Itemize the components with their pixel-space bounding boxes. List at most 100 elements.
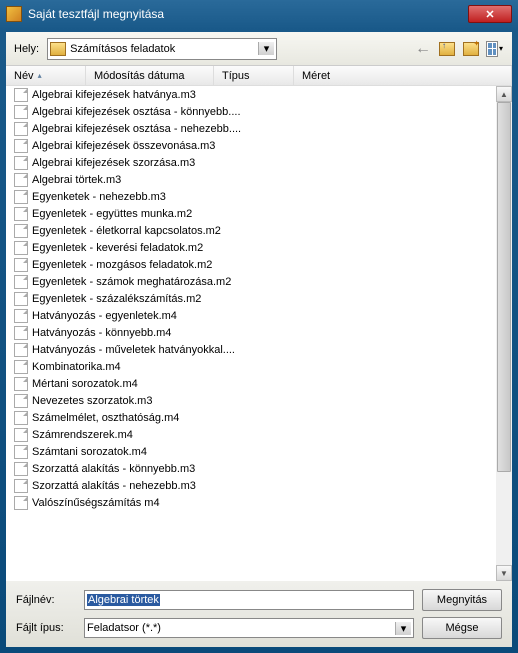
file-row[interactable]: Egyenletek - számok meghatározása.m2 [6,273,496,290]
filename-label: Fájlnév: [16,594,76,606]
file-row[interactable]: Hatványozás - könnyebb.m4 [6,324,496,341]
file-icon [14,258,28,272]
filename-input[interactable]: Algebrai törtek [84,590,414,610]
file-name: Hatványozás - könnyebb.m4 [32,327,171,339]
file-row[interactable]: Algebrai kifejezések összevonása.m3 [6,137,496,154]
location-value: Számításos feladatok [70,43,258,55]
filetype-dropdown[interactable]: Feladatsor (*.*) ▾ [84,618,414,638]
file-name: Egyenletek - keverési feladatok.m2 [32,242,203,254]
file-name: Algebrai kifejezések összevonása.m3 [32,140,215,152]
view-icon [486,41,498,57]
location-dropdown[interactable]: Számításos feladatok ▾ [47,38,277,60]
file-icon [14,275,28,289]
cancel-button[interactable]: Mégse [422,617,502,639]
new-folder-button[interactable] [462,40,480,58]
file-icon [14,156,28,170]
file-icon [14,173,28,187]
file-name: Egyenletek - számok meghatározása.m2 [32,276,231,288]
up-one-level-button[interactable] [438,40,456,58]
view-menu-button[interactable]: ▾ [486,40,504,58]
file-name: Nevezetes szorzatok.m3 [32,395,152,407]
file-name: Szorzattá alakítás - nehezebb.m3 [32,480,196,492]
file-name: Algebrai kifejezések hatványa.m3 [32,89,196,101]
file-row[interactable]: Számtani sorozatok.m4 [6,443,496,460]
file-name: Algebrai törtek.m3 [32,174,121,186]
file-row[interactable]: Nevezetes szorzatok.m3 [6,392,496,409]
file-icon [14,496,28,510]
file-row[interactable]: Algebrai kifejezések osztása - nehezebb.… [6,120,496,137]
file-row[interactable]: Szorzattá alakítás - könnyebb.m3 [6,460,496,477]
file-icon [14,292,28,306]
file-name: Valószínűségszámítás m4 [32,497,160,509]
back-button[interactable]: ← [414,40,432,58]
file-row[interactable]: Algebrai kifejezések osztása - könnyebb.… [6,103,496,120]
file-row[interactable]: Hatványozás - egyenletek.m4 [6,307,496,324]
file-name: Egyenletek - százalékszámítás.m2 [32,293,201,305]
folder-icon [50,42,66,56]
file-list: Algebrai kifejezések hatványa.m3 Algebrai… [6,86,496,581]
file-icon [14,445,28,459]
file-name: Egyenketek - nehezebb.m3 [32,191,166,203]
column-header-name[interactable]: Név▴ [6,66,86,85]
file-icon [14,88,28,102]
file-name: Mértani sorozatok.m4 [32,378,138,390]
file-icon [14,309,28,323]
filetype-value: Feladatsor (*.*) [87,622,395,634]
file-row[interactable]: Mértani sorozatok.m4 [6,375,496,392]
file-name: Algebrai kifejezések szorzása.m3 [32,157,195,169]
file-icon [14,479,28,493]
close-button[interactable]: ✕ [468,5,512,23]
open-file-dialog: Saját tesztfájl megnyitása ✕ Hely: Számí… [0,0,518,653]
chevron-down-icon: ▾ [499,44,504,53]
file-row[interactable]: Algebrai kifejezések hatványa.m3 [6,86,496,103]
open-button[interactable]: Megnyitás [422,589,502,611]
file-row[interactable]: Egyenletek - mozgásos feladatok.m2 [6,256,496,273]
file-name: Algebrai kifejezések osztása - nehezebb.… [32,123,241,135]
column-header-type[interactable]: Típus [214,66,294,85]
scroll-down-button[interactable]: ▼ [496,565,512,581]
scroll-track[interactable] [496,102,512,565]
file-icon [14,377,28,391]
file-name: Számelmélet, oszthatóság.m4 [32,412,179,424]
chevron-down-icon[interactable]: ▾ [395,622,411,635]
file-icon [14,105,28,119]
vertical-scrollbar[interactable]: ▲ ▼ [496,86,512,581]
file-name: Számtani sorozatok.m4 [32,446,147,458]
column-headers: Név▴ Módosítás dátuma Típus Méret [6,66,512,86]
file-row[interactable]: Számrendszerek.m4 [6,426,496,443]
file-row[interactable]: Egyenletek - keverési feladatok.m2 [6,239,496,256]
file-row[interactable]: Hatványozás - műveletek hatványokkal.... [6,341,496,358]
window-title: Saját tesztfájl megnyitása [28,7,468,21]
file-row[interactable]: Számelmélet, oszthatóság.m4 [6,409,496,426]
file-icon [14,190,28,204]
file-icon [14,122,28,136]
toolbar: Hely: Számításos feladatok ▾ ← ▾ [6,32,512,66]
column-header-date[interactable]: Módosítás dátuma [86,66,214,85]
column-header-size[interactable]: Méret [294,66,512,85]
file-row[interactable]: Egyenletek - együttes munka.m2 [6,205,496,222]
file-icon [14,360,28,374]
filename-value: Algebrai törtek [87,594,160,606]
file-icon [14,411,28,425]
file-row[interactable]: Algebrai kifejezések szorzása.m3 [6,154,496,171]
file-name: Egyenletek - mozgásos feladatok.m2 [32,259,212,271]
sort-indicator-icon: ▴ [38,71,42,80]
file-name: Kombinatorika.m4 [32,361,121,373]
scroll-up-button[interactable]: ▲ [496,86,512,102]
file-name: Számrendszerek.m4 [32,429,133,441]
file-row[interactable]: Valószínűségszámítás m4 [6,494,496,511]
file-row[interactable]: Egyenletek - életkorral kapcsolatos.m2 [6,222,496,239]
scroll-thumb[interactable] [497,102,511,472]
file-icon [14,428,28,442]
file-name: Egyenletek - életkorral kapcsolatos.m2 [32,225,221,237]
file-row[interactable]: Szorzattá alakítás - nehezebb.m3 [6,477,496,494]
file-list-pane: Név▴ Módosítás dátuma Típus Méret Algebr… [6,66,512,581]
titlebar[interactable]: Saját tesztfájl megnyitása ✕ [0,0,518,28]
file-row[interactable]: Kombinatorika.m4 [6,358,496,375]
file-row[interactable]: Algebrai törtek.m3 [6,171,496,188]
chevron-down-icon[interactable]: ▾ [258,42,274,55]
file-row[interactable]: Egyenletek - százalékszámítás.m2 [6,290,496,307]
file-icon [14,224,28,238]
file-row[interactable]: Egyenketek - nehezebb.m3 [6,188,496,205]
file-name: Algebrai kifejezések osztása - könnyebb.… [32,106,241,118]
